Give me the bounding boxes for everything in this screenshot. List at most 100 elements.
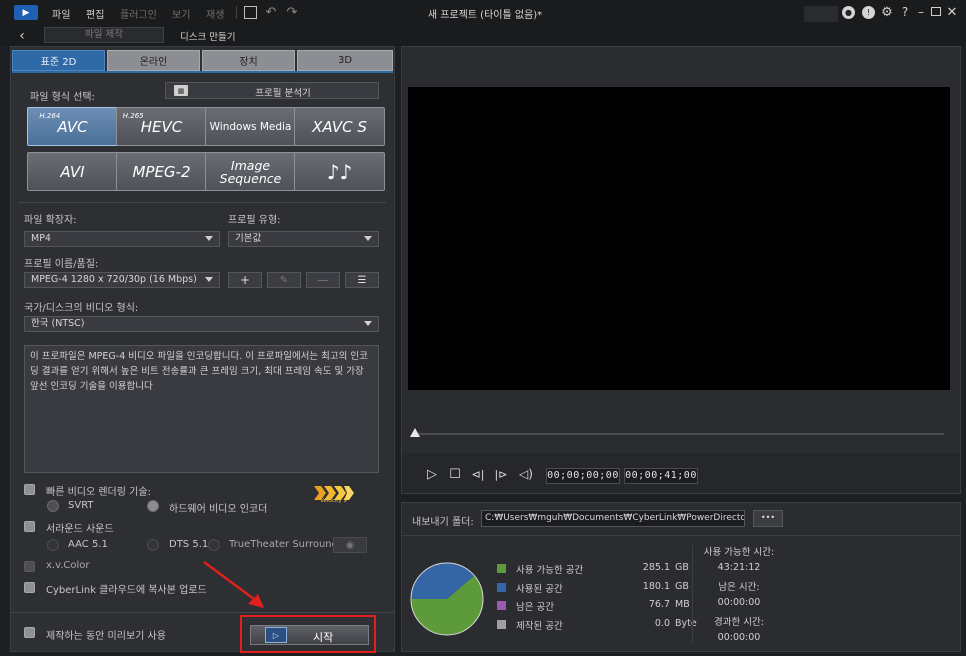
format-windows-media-button[interactable]: Windows Media [205,107,296,146]
timeline-track[interactable] [412,433,944,435]
close-icon[interactable]: ✕ [945,4,959,20]
format-mpeg2-button[interactable]: MPEG-2 [116,152,207,191]
export-folder-label: 내보내기 폴더: [412,517,474,528]
profile-name-value: MPEG-4 1280 x 720/30p (16 Mbps) [31,274,197,285]
legend-swatch-used [497,583,506,592]
dts-radio[interactable] [147,539,159,551]
timeline-playhead[interactable] [410,428,420,437]
play-icon[interactable]: ▷ [424,466,440,482]
eye-icon: ◉ [345,539,355,551]
file-extension-label: 파일 확장자: [24,215,77,226]
minimize-icon[interactable]: – [915,4,927,20]
legend-remaining-value: 76.7 [648,599,670,610]
stop-icon[interactable]: ☐ [447,466,463,482]
format-audio-button[interactable]: ♪♪ [294,152,385,191]
remove-profile-button[interactable]: — [306,272,340,288]
prev-frame-icon[interactable]: ⊲| [470,466,486,482]
legend-remaining-unit: MB [675,599,690,610]
legend-available-value: 285.1 [642,562,670,573]
chevron-down-icon [205,236,213,241]
format-hevc-button[interactable]: H.265 HEVC [116,107,207,146]
tab-create-disc[interactable]: 디스크 만들기 [180,29,235,43]
chevron-down-icon [364,321,372,326]
notification-icon[interactable]: ! [862,6,875,19]
format-xavcs-button[interactable]: XAVC S [294,107,385,146]
redo-icon[interactable]: ↷ [285,4,299,20]
add-profile-button[interactable]: + [228,272,262,288]
browse-folder-button[interactable]: ••• [753,510,783,527]
time-available-value: 43:21:12 [717,562,761,573]
music-notes-icon: ♪♪ [326,159,353,184]
tab-standard-2d[interactable]: 표준 2D [12,50,105,71]
profile-type-label: 프로필 유형: [228,215,281,226]
export-folder-path[interactable]: C:₩Users₩mguh₩Documents₩CyberLink₩PowerD… [481,510,745,527]
volume-icon[interactable]: ◁) [517,466,535,482]
start-button[interactable]: ▷ 시작 [250,625,369,645]
start-label: 시작 [313,631,334,644]
profile-description: 이 프로파일은 MPEG-4 비디오 파일을 인코딩합니다. 이 프로파일에서는… [24,345,379,473]
cloud-upload-checkbox[interactable] [24,582,35,593]
surround-label: 서라운드 사운드 [46,524,114,535]
profile-name-dropdown[interactable]: MPEG-4 1280 x 720/30p (16 Mbps) [24,272,220,288]
edit-profile-button[interactable]: ✎ [267,272,301,288]
format-avc-label: AVC [57,117,88,136]
tab-produce[interactable]: 파일 제작 [44,27,164,43]
format-xavcs-label: XAVC S [312,117,367,136]
menu-plugins[interactable]: 플러그인 [120,6,157,21]
format-image-sequence-button[interactable]: Image Sequence [205,152,296,191]
export-divider [402,535,960,536]
next-frame-icon[interactable]: |⊳ [493,466,509,482]
undo-icon[interactable]: ↶ [264,4,278,20]
svrt-label: SVRT [68,500,94,511]
tab-online[interactable]: 온라인 [107,50,200,71]
menu-edit[interactable]: 편집 [86,6,104,21]
profile-analyzer-button[interactable]: ▦ 프로필 분석기 [165,82,379,99]
legend-used-name: 사용된 공간 [516,584,563,595]
chevron-down-icon [364,236,372,241]
format-avc-button[interactable]: H.264 AVC [27,107,118,146]
file-extension-dropdown[interactable]: MP4 [24,231,220,247]
format-avi-button[interactable]: AVI [27,152,118,191]
preview-while-producing-checkbox[interactable] [24,627,35,638]
truetheater-label: TrueTheater Surround [229,539,338,550]
maximize-icon[interactable] [931,7,941,16]
truetheater-radio[interactable] [208,539,220,551]
tab-device[interactable]: 장치 [202,50,295,71]
menu-file[interactable]: 파일 [52,6,70,21]
chevron-down-icon [205,277,213,282]
region-dropdown[interactable]: 한국 (NTSC) [24,316,379,332]
gear-icon[interactable]: ⚙ [880,4,894,20]
list-icon: ☰ [357,274,367,286]
format-select-label: 파일 형식 선택: [30,92,95,103]
user-icon[interactable]: ● [842,6,855,19]
xvcolor-checkbox[interactable] [24,561,35,572]
region-label: 국가/디스크의 비디오 형식: [24,303,139,314]
profile-type-dropdown[interactable]: 기본값 [228,231,379,247]
menu-view[interactable]: 보기 [172,6,190,21]
svrt-radio[interactable] [47,500,59,512]
fast-render-checkbox[interactable] [24,484,35,495]
hw-encoder-radio[interactable] [147,500,159,512]
save-icon[interactable] [244,6,257,19]
title-bar: ▶ 파일 편집 플러그인 보기 재생 ↶ ↷ 새 프로젝트 (타이틀 없음)* … [0,0,966,26]
help-icon[interactable]: ? [899,4,911,20]
legend-used-value: 180.1 [642,581,670,592]
format-image-sequence-label: Image Sequence [219,157,282,186]
velocity-logo: Velocity 9 [312,484,356,506]
tab-3d[interactable]: 3D [297,50,393,71]
menu-playback[interactable]: 재생 [206,6,224,21]
xvcolor-label: x.v.Color [46,560,90,571]
truetheater-settings-button[interactable]: ◉ [333,537,367,553]
current-timecode: 00;00;00;00 [546,468,620,484]
chevron-left-icon[interactable]: ‹ [14,27,30,45]
fast-render-label: 빠른 비디오 렌더링 기술: [46,487,151,498]
preview-while-producing-label: 제작하는 동안 미리보기 사용 [46,631,166,642]
format-hevc-label: HEVC [140,117,183,136]
velocity-label: Velocity 9 [320,498,347,504]
plus-icon: + [239,273,251,287]
profile-list-button[interactable]: ☰ [345,272,379,288]
aac-radio[interactable] [47,539,59,551]
surround-checkbox[interactable] [24,521,35,532]
account-box[interactable] [804,6,838,22]
mode-bar: ‹ 파일 제작 디스크 만들기 [0,26,966,46]
